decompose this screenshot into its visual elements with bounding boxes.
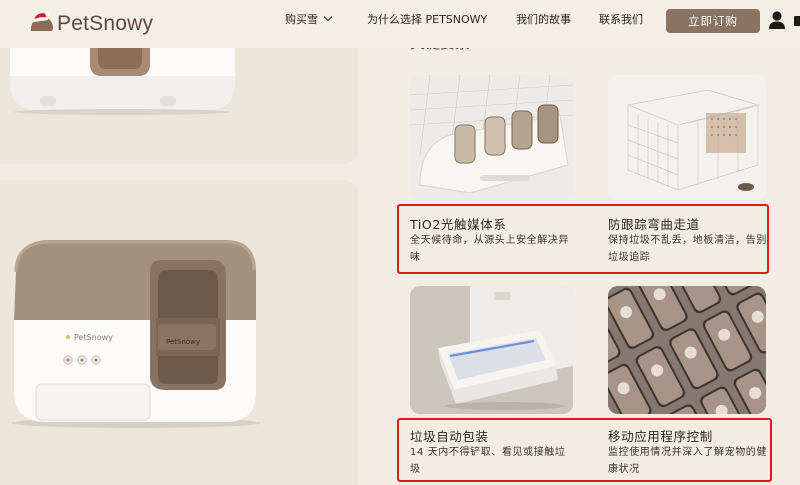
brand-logo[interactable]: PetSnowy [26,7,153,41]
santa-hat-logo-icon [26,9,56,39]
feature-image-anti-tracking [608,75,766,200]
litter-box-image-main: PetSnowy PetSnowy [11,240,261,428]
feature-image-tio2 [410,75,573,200]
chevron-down-icon [323,12,333,22]
feature-image-auto-packaging [410,286,573,414]
product-card-top [0,36,358,164]
order-now-button[interactable]: 立即订购 [666,9,760,33]
feature-image-mobile-app [608,286,766,414]
nav-item-contact[interactable]: 联系我们 [599,11,643,27]
site-header: PetSnowy 购买雪 为什么选择 PETSNOWY 我们的故事 联系我们 立… [0,0,800,48]
highlight-box-row-2 [397,418,772,482]
highlight-box-row-1 [397,204,769,274]
litter-box-image-top [10,36,235,115]
nav-item-why-petsnowy[interactable]: 为什么选择 PETSNOWY [367,11,487,27]
user-icon[interactable] [768,10,786,30]
nav-item-our-story[interactable]: 我们的故事 [516,11,571,27]
cart-icon[interactable] [794,13,800,27]
brand-name: PetSnowy [57,12,154,35]
product-card-main: PetSnowy PetSnowy [0,180,358,485]
nav-item-buy[interactable]: 购买雪 [285,11,333,27]
door-brand-text: PetSnowy [166,338,200,346]
nav-item-buy-label: 购买雪 [285,13,318,26]
product-badge-text: PetSnowy [74,333,113,342]
